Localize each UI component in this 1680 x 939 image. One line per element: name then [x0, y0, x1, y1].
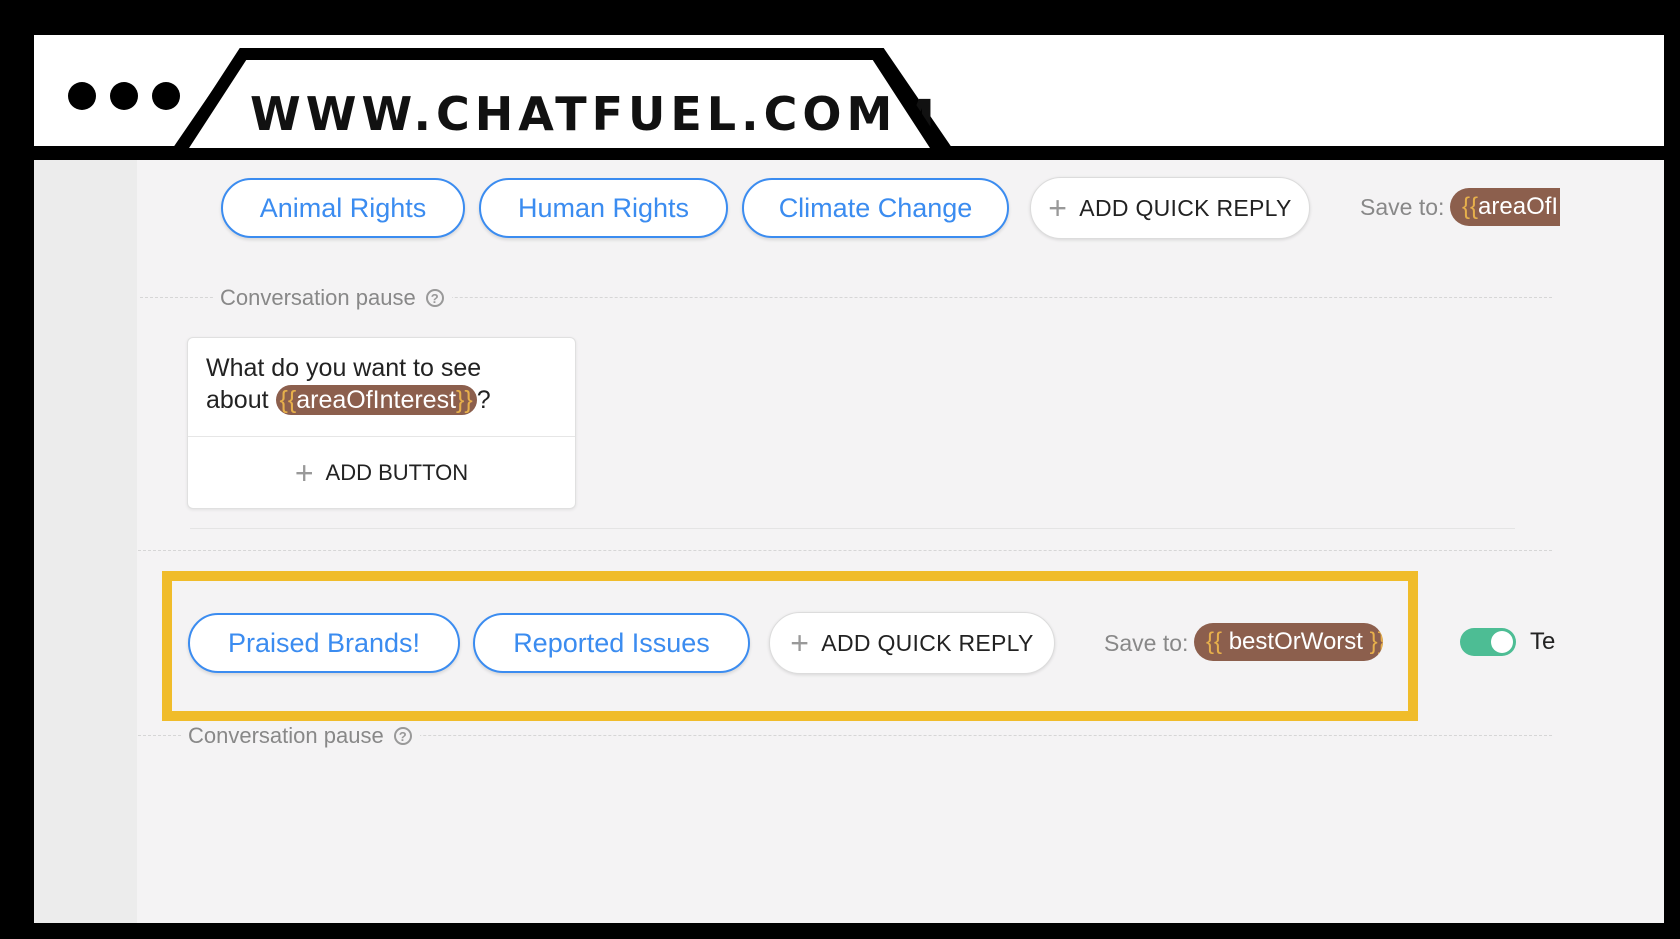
close-brace: }} — [1369, 628, 1383, 655]
conversation-pause-label: Conversation pause — [188, 723, 384, 748]
message-variable-name: areaOfInterest — [296, 386, 457, 414]
window-dot-icon[interactable] — [152, 82, 180, 110]
question-icon[interactable]: ? — [393, 727, 412, 745]
save-to-label: Save to: — [1360, 194, 1445, 220]
left-sidebar-strip — [34, 160, 137, 923]
message-variable-chip: {{areaOfInterest}} — [275, 385, 477, 415]
message-text-after: ? — [476, 386, 491, 414]
question-icon[interactable]: ? — [425, 289, 444, 307]
variable-name: bestOrWorst — [1228, 628, 1363, 655]
save-to-label: Save to: — [1104, 630, 1189, 656]
save-to-variable-chip[interactable]: {{areaOfI — [1450, 188, 1560, 226]
frame-border-right — [1664, 0, 1680, 939]
frame-border-bottom — [0, 923, 1680, 939]
section-divider — [138, 550, 1552, 551]
add-quick-reply-label: ADD QUICK REPLY — [1079, 194, 1292, 221]
toggle-label: Te — [1530, 628, 1556, 655]
frame-border-top — [0, 0, 1680, 35]
plus-icon: + — [1048, 190, 1068, 226]
url-address-overlay[interactable]: WWW.CHATFUEL.COM — [250, 84, 897, 144]
add-quick-reply-button[interactable]: + ADD QUICK REPLY — [769, 612, 1055, 674]
block-divider — [190, 528, 1515, 529]
open-brace: {{ — [1206, 628, 1229, 655]
conversation-pause: Conversation pause ? — [214, 285, 452, 311]
add-button-label: ADD BUTTON — [325, 460, 469, 485]
window-controls — [68, 82, 180, 112]
add-quick-reply-button[interactable]: + ADD QUICK REPLY — [1030, 177, 1310, 239]
card-separator — [188, 436, 575, 437]
window-dot-icon[interactable] — [68, 82, 96, 110]
save-to-variable-chip[interactable]: {{ bestOrWorst }} — [1194, 623, 1383, 661]
quick-reply-reported-issues[interactable]: Reported Issues — [473, 613, 750, 673]
quick-reply-animal-rights[interactable]: Animal Rights — [221, 178, 465, 238]
text-message-card: What do you want to see about {{areaOfIn… — [187, 337, 576, 509]
add-quick-reply-label: ADD QUICK REPLY — [821, 629, 1034, 656]
quick-reply-human-rights[interactable]: Human Rights — [479, 178, 728, 238]
plus-icon: + — [294, 455, 314, 491]
plus-icon: + — [790, 625, 810, 661]
toggle-switch[interactable] — [1460, 628, 1516, 656]
toggle-knob — [1491, 631, 1513, 653]
add-button-button[interactable]: + ADD BUTTON — [188, 438, 575, 508]
window-dot-icon[interactable] — [110, 82, 138, 110]
quick-reply-praised-brands[interactable]: Praised Brands! — [188, 613, 460, 673]
conversation-pause: Conversation pause ? — [182, 723, 420, 749]
variable-name: areaOfI — [1478, 193, 1559, 220]
tab-underline — [34, 148, 1664, 160]
editor-viewport — [34, 160, 1664, 923]
frame-border-left — [0, 0, 34, 939]
quick-reply-climate-change[interactable]: Climate Change — [742, 178, 1009, 238]
message-text[interactable]: What do you want to see about {{areaOfIn… — [206, 352, 546, 416]
conversation-pause-label: Conversation pause — [220, 285, 416, 310]
open-brace: {{ — [1462, 193, 1479, 220]
